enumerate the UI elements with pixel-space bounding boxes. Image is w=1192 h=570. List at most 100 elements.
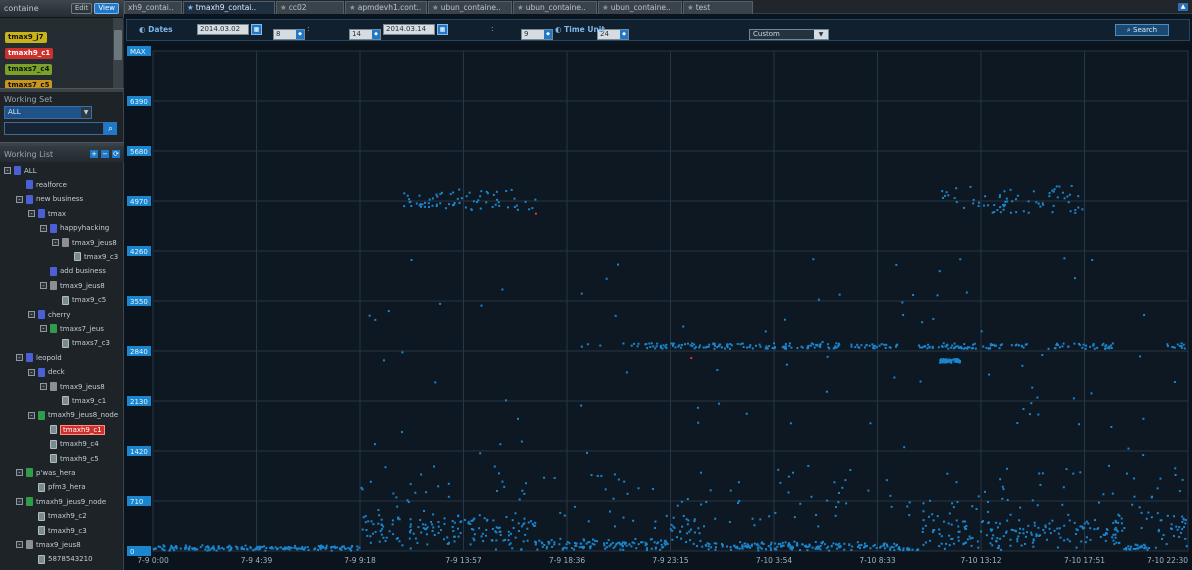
calendar-icon[interactable]: ▦ [251, 24, 262, 35]
data-point [878, 546, 881, 549]
from-hour-stepper[interactable]: 8 ◆ [273, 28, 305, 40]
collapse-all-icon[interactable]: − [101, 150, 109, 158]
tree-node[interactable]: - cherry [28, 308, 70, 321]
data-point [1068, 519, 1071, 522]
time-unit-label-group: ◐ Time Unit [555, 25, 605, 37]
tree-node[interactable]: - tmax9_jeus8 [16, 538, 81, 551]
tree-node[interactable]: - tmaxs7_jeus [40, 322, 104, 335]
data-point [169, 547, 172, 550]
tree-node[interactable]: tmaxs7_c3 [52, 337, 110, 350]
tree-node[interactable]: - tmax9_jeus8 [40, 279, 105, 292]
tree-node[interactable]: tmax9_c5 [52, 294, 106, 307]
tab-1[interactable]: ★ tmaxh9_contai.. [183, 1, 275, 14]
collapse-icon[interactable]: - [16, 498, 23, 506]
collapse-icon[interactable]: - [16, 469, 23, 477]
tab-menu-icon[interactable]: ▲ [1178, 3, 1188, 11]
expand-all-icon[interactable]: + [90, 150, 98, 158]
from-min-stepper[interactable]: 14 ◆ [349, 28, 381, 40]
search-button[interactable]: ⌕ Search [1115, 24, 1169, 36]
collapse-icon[interactable]: - [52, 239, 59, 246]
collapse-icon[interactable]: - [40, 282, 47, 290]
tree-node[interactable]: - tmax9_jeus8 [52, 236, 117, 249]
tree-node[interactable]: - deck [28, 366, 65, 379]
tree-node[interactable]: add business [40, 265, 106, 278]
outlier-point[interactable] [690, 357, 693, 360]
data-point [434, 381, 437, 384]
working-set-select[interactable]: ALL ▼ [4, 106, 92, 119]
chart-svg[interactable]: MAX6390568049704260355028402130142071007… [126, 43, 1192, 570]
tree-node[interactable]: tmaxh9_c2 [28, 510, 87, 523]
chevron-down-icon[interactable]: ▼ [81, 107, 91, 118]
spin-icon[interactable]: ◆ [544, 29, 552, 39]
tree-node[interactable]: - leopold [16, 351, 62, 364]
refresh-icon[interactable]: ⟳ [112, 150, 120, 158]
tree-node[interactable]: - tmax9_jeus8 [40, 380, 105, 393]
tab-4[interactable]: ★ ubun_containe.. [428, 1, 512, 14]
tree-node[interactable]: tmax9_c1 [52, 394, 106, 407]
data-point [1001, 485, 1004, 488]
collapse-icon[interactable]: - [28, 368, 35, 376]
tab-3[interactable]: ★ apmdevh1.cont.. [345, 1, 427, 14]
collapse-icon[interactable]: - [16, 541, 23, 549]
collapse-icon[interactable]: - [16, 354, 23, 362]
tree-node[interactable]: 5878543210 [28, 553, 93, 566]
tag-1[interactable]: tmaxh9_c1 [5, 48, 54, 59]
to-hour-stepper[interactable]: 9 ◆ [521, 28, 553, 40]
spin-icon[interactable]: ◆ [372, 29, 380, 39]
data-point [837, 344, 840, 347]
time-unit-select[interactable]: Custom ▼ [749, 28, 829, 40]
tag-2[interactable]: tmaxs7_c4 [5, 64, 53, 75]
tree-node[interactable]: - tmaxh9_jeus8_node [28, 409, 118, 422]
scatter-chart[interactable]: MAX 6390 5680 4970 4260 3550 2840 2130 1420 710 0 7… [126, 43, 1192, 570]
tree-node[interactable]: - ALL [4, 164, 37, 177]
working-set-search-input[interactable] [4, 122, 104, 135]
tags-scrollbar[interactable] [113, 18, 123, 88]
tab-6[interactable]: ★ ubun_containe.. [598, 1, 682, 14]
collapse-icon[interactable]: - [40, 224, 47, 232]
tag-0[interactable]: tmax9_j7 [5, 32, 47, 43]
chevron-down-icon[interactable]: ▼ [814, 29, 828, 39]
edit-button[interactable]: Edit [70, 3, 93, 14]
tree-node[interactable]: pfm3_hera [28, 481, 86, 494]
to-date-input[interactable]: 2014.03.14 [383, 24, 435, 35]
collapse-icon[interactable]: - [40, 325, 47, 333]
collapse-icon[interactable]: - [28, 311, 35, 318]
view-button[interactable]: View [94, 3, 119, 14]
tree-node[interactable]: tmaxh9_c3 [28, 524, 87, 537]
tree-node[interactable]: - new business [16, 193, 83, 206]
data-point [729, 546, 732, 549]
tree-node[interactable]: realforce [16, 178, 67, 191]
tags-scrollbar-thumb[interactable] [114, 30, 122, 60]
tree-node[interactable]: tmax9_c3 [64, 250, 118, 263]
tab-5[interactable]: ★ ubun_containe.. [513, 1, 597, 14]
tab-2[interactable]: ★ cc02 [276, 1, 344, 14]
tree-node[interactable]: - tmax [28, 207, 66, 220]
search-icon[interactable]: ⌕ [104, 122, 117, 135]
tree-node[interactable]: - p'was_hera [16, 466, 75, 479]
data-point [645, 549, 648, 552]
tree-node[interactable]: - tmaxh9_jeus9_node [16, 495, 106, 508]
data-point [1182, 518, 1185, 521]
data-point [1005, 200, 1008, 203]
tab-0[interactable]: xh9_contai.. [124, 1, 182, 14]
tree-node[interactable]: tmaxh9_c1 [40, 423, 105, 436]
spin-icon[interactable]: ◆ [296, 29, 304, 39]
tree-node[interactable]: - happyhacking [40, 222, 109, 235]
from-date-input[interactable]: 2014.03.02 [197, 24, 249, 35]
data-point [1018, 519, 1021, 522]
data-point [884, 346, 887, 349]
collapse-icon[interactable]: - [40, 383, 47, 390]
data-point [771, 347, 774, 350]
collapse-icon[interactable]: - [4, 167, 11, 174]
collapse-icon[interactable]: - [28, 210, 35, 218]
collapse-icon[interactable]: - [28, 411, 35, 419]
collapse-icon[interactable]: - [16, 195, 23, 203]
data-point [573, 541, 576, 544]
tree-node[interactable]: tmaxh9_c5 [40, 452, 99, 465]
calendar-icon[interactable]: ▦ [437, 24, 448, 35]
tree-node[interactable]: tmaxh9_c4 [40, 438, 99, 451]
spin-icon[interactable]: ◆ [620, 29, 628, 39]
tab-7[interactable]: ★ test [683, 1, 753, 14]
data-point [520, 525, 523, 528]
outlier-point[interactable] [534, 212, 537, 215]
